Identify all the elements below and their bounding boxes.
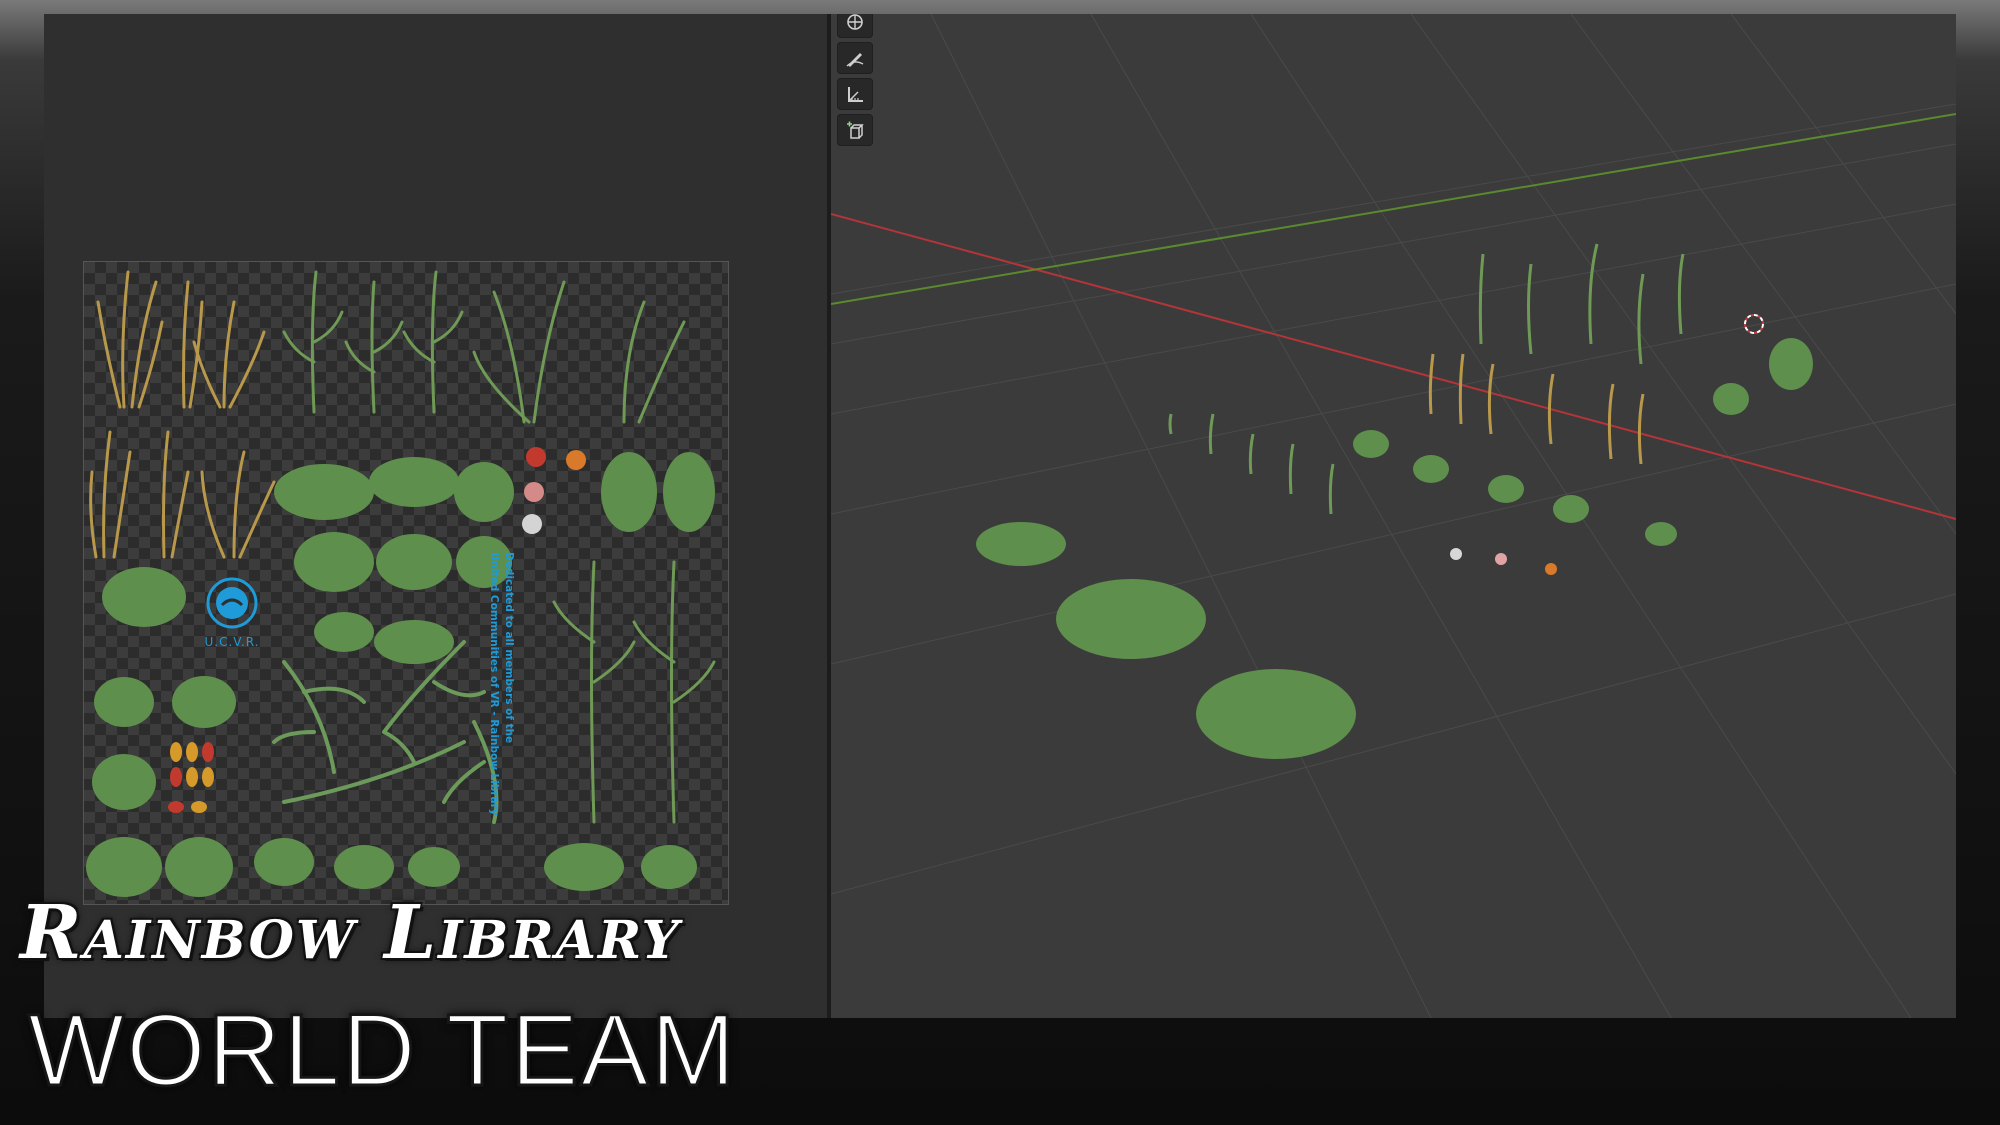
overlay-title-line-2: WORLD TEAM bbox=[27, 992, 738, 1109]
viewport-grid bbox=[831, 14, 1956, 1018]
dedication-line-2: United Communities of VR - Rainbow Libra… bbox=[488, 552, 500, 816]
measure-icon[interactable] bbox=[837, 78, 873, 110]
add-cube-icon[interactable] bbox=[837, 114, 873, 146]
annotate-icon[interactable] bbox=[837, 42, 873, 74]
cursor-transform-icon[interactable] bbox=[837, 14, 873, 38]
viewport-toolbar bbox=[837, 14, 877, 150]
image-editor-panel[interactable]: U.C.V.R. Dedicated to all members of the… bbox=[44, 14, 827, 1018]
ucvr-emblem: U.C.V.R. bbox=[196, 577, 268, 649]
3d-viewport[interactable] bbox=[831, 14, 1956, 1018]
app-window: U.C.V.R. Dedicated to all members of the… bbox=[44, 14, 1956, 1018]
texture-atlas: U.C.V.R. Dedicated to all members of the… bbox=[84, 262, 728, 904]
emblem-label: U.C.V.R. bbox=[204, 635, 260, 649]
overlay-title-line-1: Rainbow Library bbox=[20, 890, 681, 976]
dedication-text: Dedicated to all members of the United C… bbox=[482, 552, 516, 816]
dedication-line-1: Dedicated to all members of the bbox=[503, 552, 515, 744]
plant-sprites bbox=[86, 270, 716, 897]
y-axis-line bbox=[831, 113, 1956, 305]
ucvr-logo-icon bbox=[206, 577, 258, 629]
